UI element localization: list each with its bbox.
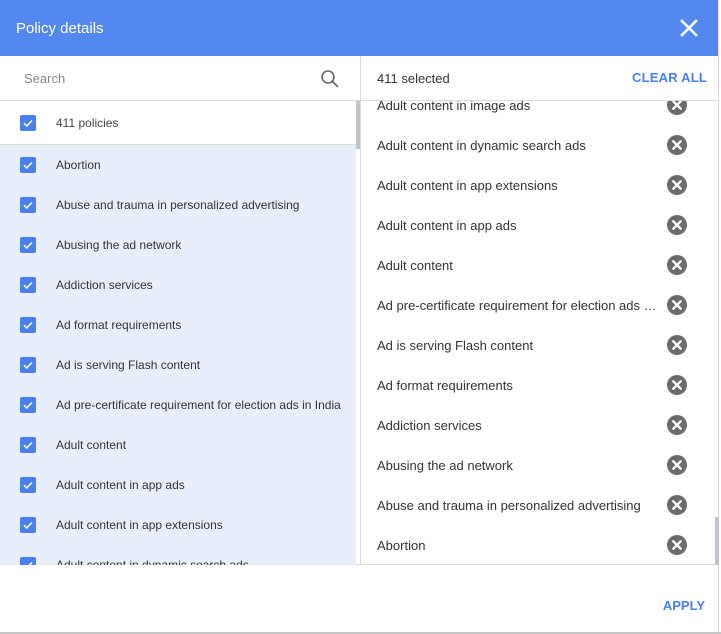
- policy-row[interactable]: Adult content: [0, 425, 356, 465]
- selected-count: 411 selected: [377, 70, 450, 86]
- policy-row[interactable]: Adult content in app extensions: [0, 505, 356, 545]
- search-bar: [0, 56, 360, 101]
- selected-item: Adult content in app extensions: [361, 165, 715, 205]
- remove-icon[interactable]: [667, 255, 687, 275]
- policy-label: Addiction services: [56, 278, 153, 292]
- selected-item-label: Adult content in app extensions: [377, 177, 558, 193]
- policy-checkbox[interactable]: [20, 197, 36, 213]
- selected-item-label: Ad format requirements: [377, 377, 513, 393]
- selected-item-label: Adult content in dynamic search ads: [377, 137, 586, 153]
- policy-label: Adult content in dynamic search ads: [56, 558, 249, 565]
- policy-row[interactable]: Abusing the ad network: [0, 225, 356, 265]
- policy-row[interactable]: Adult content in dynamic search ads: [0, 545, 356, 565]
- policy-checkbox[interactable]: [20, 437, 36, 453]
- policy-label: Abortion: [56, 158, 101, 172]
- selected-panel: 411 selected CLEAR ALL Adult content in …: [361, 56, 719, 565]
- dialog-body: 411 policies Abortion Abuse and trauma in…: [0, 56, 719, 565]
- selected-item: Abuse and trauma in personalized adverti…: [361, 485, 715, 525]
- policy-list-panel: 411 policies Abortion Abuse and trauma in…: [0, 56, 361, 565]
- search-icon[interactable]: [320, 69, 340, 89]
- selected-item-label: Adult content in app ads: [377, 217, 517, 233]
- policy-label: Abuse and trauma in personalized adverti…: [56, 198, 300, 212]
- selected-item-label: Adult content: [377, 257, 453, 273]
- policy-checkbox[interactable]: [20, 397, 36, 413]
- dialog-title: Policy details: [16, 19, 104, 37]
- policy-label: Ad pre-certificate requirement for elect…: [56, 398, 341, 412]
- policy-row[interactable]: Adult content in app ads: [0, 465, 356, 505]
- policy-rows: Abortion Abuse and trauma in personalized…: [0, 145, 356, 565]
- policy-label: Adult content in app ads: [56, 478, 185, 492]
- policy-row[interactable]: Abuse and trauma in personalized adverti…: [0, 185, 356, 225]
- selected-item: Adult content in dynamic search ads: [361, 125, 715, 165]
- policy-checkbox[interactable]: [20, 557, 36, 565]
- policy-checkbox[interactable]: [20, 157, 36, 173]
- selected-item: Adult content: [361, 245, 715, 285]
- selected-item-label: Adult content in image ads: [377, 101, 531, 113]
- remove-icon[interactable]: [667, 535, 687, 555]
- policy-checkbox[interactable]: [20, 477, 36, 493]
- policy-label: Adult content: [56, 438, 127, 452]
- remove-icon[interactable]: [667, 295, 687, 315]
- policy-details-dialog: Policy details 411 policies Abortion Abus…: [0, 0, 719, 632]
- selected-item: Abusing the ad network: [361, 445, 715, 485]
- remove-icon[interactable]: [667, 335, 687, 355]
- selected-item-label: Ad is serving Flash content: [377, 337, 534, 353]
- policy-checkbox[interactable]: [20, 237, 36, 253]
- selected-item-label: Ad pre-certificate requirement for elect…: [377, 297, 659, 313]
- selected-item: Ad format requirements: [361, 365, 715, 405]
- selected-item: Ad pre-certificate requirement for elect…: [361, 285, 715, 325]
- selected-item-label: Abusing the ad network: [377, 457, 513, 473]
- select-all-row[interactable]: 411 policies: [0, 101, 356, 145]
- policy-row[interactable]: Addiction services: [0, 265, 356, 305]
- policy-label: Ad format requirements: [56, 318, 182, 332]
- remove-icon[interactable]: [667, 455, 687, 475]
- selected-item-label: Abuse and trauma in personalized adverti…: [377, 497, 641, 513]
- remove-icon[interactable]: [667, 175, 687, 195]
- scrollbar-thumb[interactable]: [715, 517, 719, 565]
- dialog-header: Policy details: [0, 0, 718, 56]
- policy-list-scrollbar[interactable]: [356, 101, 360, 565]
- clear-all-button[interactable]: CLEAR ALL: [632, 70, 707, 85]
- selected-item: Addiction services: [361, 405, 715, 445]
- policy-label: Adult content in app extensions: [56, 518, 223, 532]
- policy-label: Ad is serving Flash content: [56, 358, 201, 372]
- remove-icon[interactable]: [667, 375, 687, 395]
- remove-icon[interactable]: [667, 495, 687, 515]
- policy-row[interactable]: Ad is serving Flash content: [0, 345, 356, 385]
- scrollbar-thumb[interactable]: [356, 101, 360, 149]
- selected-header: 411 selected CLEAR ALL: [361, 56, 719, 101]
- remove-icon[interactable]: [667, 215, 687, 235]
- selected-item: Adult content in app ads: [361, 205, 715, 245]
- selected-list-scrollbar[interactable]: [715, 101, 719, 565]
- close-icon[interactable]: [678, 17, 700, 39]
- selected-item: Adult content in image ads: [361, 101, 715, 125]
- policy-checkbox[interactable]: [20, 277, 36, 293]
- policy-checkbox[interactable]: [20, 357, 36, 373]
- policy-label: Abusing the ad network: [56, 238, 182, 252]
- policy-checkbox[interactable]: [20, 517, 36, 533]
- policy-row[interactable]: Abortion: [0, 145, 356, 185]
- selected-item-label: Abortion: [377, 537, 426, 553]
- selected-list: Adult content in image ads Adult content …: [361, 101, 719, 565]
- select-all-label: 411 policies: [56, 115, 119, 130]
- search-input[interactable]: [24, 70, 304, 86]
- selected-item: Ad is serving Flash content: [361, 325, 715, 365]
- selected-item: Abortion: [361, 525, 715, 565]
- policy-checkbox[interactable]: [20, 317, 36, 333]
- remove-icon[interactable]: [667, 101, 687, 115]
- apply-button[interactable]: APPLY: [663, 598, 705, 613]
- dialog-footer: APPLY: [0, 566, 719, 632]
- remove-icon[interactable]: [667, 135, 687, 155]
- policy-list: 411 policies Abortion Abuse and trauma in…: [0, 101, 360, 565]
- policy-row[interactable]: Ad format requirements: [0, 305, 356, 345]
- policy-row[interactable]: Ad pre-certificate requirement for elect…: [0, 385, 356, 425]
- select-all-checkbox[interactable]: [20, 114, 36, 131]
- remove-icon[interactable]: [667, 415, 687, 435]
- selected-item-label: Addiction services: [377, 417, 482, 433]
